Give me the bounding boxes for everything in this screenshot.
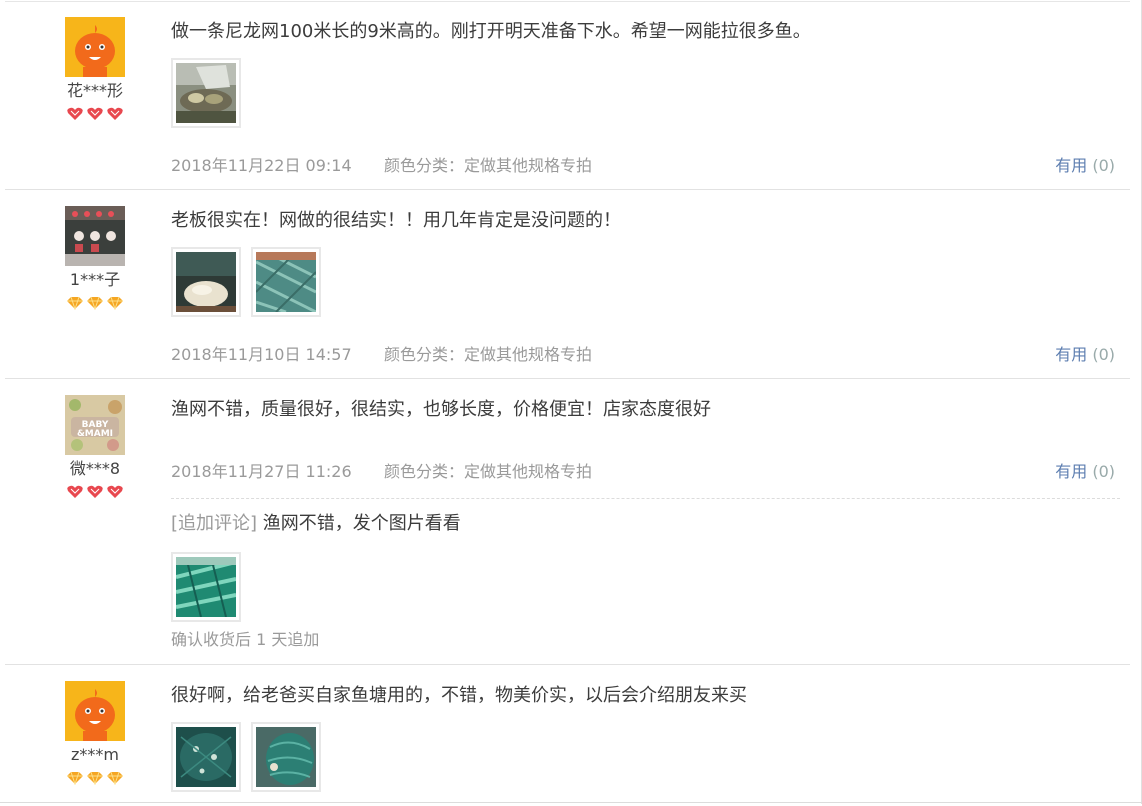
review-text: 很好啊，给老爸买自家鱼塘用的，不错，物美价实，以后会介绍朋友来买 [171,685,747,706]
append-tag: [追加评论] [171,513,258,534]
bottom-divider [0,802,1142,803]
review-photo[interactable] [171,247,241,317]
reviewer-nick: 花***形 [66,81,123,100]
reviewer-info: z***m [5,681,185,785]
review-photos [171,722,1120,792]
svg-text:&MAMI: &MAMI [77,429,113,439]
review-item: BABY &MAMI 微***8 渔网不错，质量很好，很结实，也够长度，价格便宜… [5,380,1130,665]
reviewer-info: 花***形 [5,17,185,121]
review-item: 花***形 做一条尼龙网100米长的9米高的。刚打开明天准备下水。希望一网能拉很… [5,2,1130,190]
photo-thumb-net-ball-icon [176,252,236,312]
diamond-rank-icon [67,296,83,310]
review-photos [171,247,1120,317]
review-text: 做一条尼龙网100米长的9米高的。刚打开明天准备下水。希望一网能拉很多鱼。 [171,21,811,42]
review-date: 2018年11月27日 11:26 [171,462,352,481]
append-comment: [追加评论] 渔网不错，发个图片看看 [171,512,461,536]
useful-label: 有用 [1055,156,1088,175]
heart-rank-icon [107,485,123,498]
diamond-rank-icon [107,771,123,785]
review-item: 1***子 老板很实在！网做的很结实！！用几年肯定是没问题的！ 2018年11月… [5,191,1130,379]
review-photo[interactable] [251,247,321,317]
diamond-rank-icon [87,296,103,310]
user-avatar-icon[interactable]: BABY &MAMI [65,395,125,455]
review-photo[interactable] [171,552,241,622]
useful-button[interactable]: 有用 (0) [1055,152,1115,176]
useful-count: (0) [1092,345,1115,364]
useful-button[interactable]: 有用 (0) [1055,341,1115,365]
review-date: 2018年11月22日 09:14 [171,156,352,175]
diamond-rank-icon [67,771,83,785]
diamond-rank-icon [107,296,123,310]
reviewer-nick: 1***子 [69,270,121,289]
reviewer-nick: z***m [71,745,119,764]
useful-count: (0) [1092,156,1115,175]
reviewer-info: BABY &MAMI 微***8 [5,395,185,499]
append-text: 渔网不错，发个图片看看 [262,513,461,534]
append-divider [171,498,1120,499]
useful-count: (0) [1092,462,1115,481]
review-photo[interactable] [251,722,321,792]
heart-rank-icon [87,107,103,120]
diamond-rank-icon [87,771,103,785]
heart-rank-icon [67,107,83,120]
review-photo[interactable] [171,58,241,128]
review-item: z***m 很好啊，给老爸买自家鱼塘用的，不错，物美价实，以后会介绍朋友来买 [5,666,1130,806]
review-photos [171,58,1120,128]
append-note: 确认收货后 1 天追加 [171,630,320,649]
heart-rank-icon [67,485,83,498]
heart-rank-icon [107,107,123,120]
buyer-rank [5,771,185,785]
useful-label: 有用 [1055,345,1088,364]
photo-thumb-net-roll-icon [256,727,316,787]
review-text: 渔网不错，质量很好，很结实，也够长度，价格便宜！店家态度很好 [171,399,711,420]
review-sku: 颜色分类：定做其他规格专拍 [384,462,593,481]
user-avatar-icon[interactable] [65,206,125,266]
photo-thumb-net-teal-icon [176,557,236,617]
append-photos [171,552,241,622]
review-photo[interactable] [171,722,241,792]
heart-rank-icon [87,485,103,498]
photo-thumb-net-green-icon [256,252,316,312]
buyer-rank [5,485,185,499]
review-date: 2018年11月10日 14:57 [171,345,352,364]
reviewer-nick: 微***8 [69,459,121,478]
useful-button[interactable]: 有用 (0) [1055,458,1115,482]
useful-label: 有用 [1055,462,1088,481]
review-text: 老板很实在！网做的很结实！！用几年肯定是没问题的！ [171,210,621,231]
buyer-rank [5,107,185,121]
review-sku: 颜色分类：定做其他规格专拍 [384,345,593,364]
reviewer-info: 1***子 [5,206,185,310]
default-avatar-icon[interactable] [65,681,125,741]
review-sku: 颜色分类：定做其他规格专拍 [384,156,593,175]
buyer-rank [5,296,185,310]
photo-thumb-net-bag-icon [176,63,236,123]
photo-thumb-net-dark-icon [176,727,236,787]
default-avatar-icon[interactable] [65,17,125,77]
